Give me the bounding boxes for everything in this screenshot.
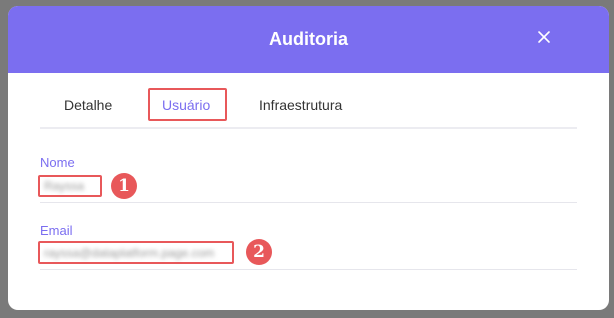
name-value: Rayssa	[44, 179, 85, 193]
email-value: rayssa@dataplatform.page.com	[44, 245, 215, 260]
tab-bar: Detalhe Usuário Infraestrutura	[40, 73, 577, 129]
name-divider	[40, 202, 577, 203]
modal-header: Auditoria	[8, 6, 609, 73]
tabs-divider	[40, 127, 577, 129]
tab-infraestrutura[interactable]: Infraestrutura	[259, 97, 342, 113]
name-label: Nome	[40, 155, 75, 170]
modal-title: Auditoria	[269, 29, 348, 49]
annotation-badge-1: 1	[111, 173, 137, 199]
audit-modal: Auditoria Detalhe Usuário Infraestrutura…	[8, 6, 609, 310]
close-icon[interactable]	[534, 27, 554, 47]
annotation-badge-2: 2	[246, 239, 272, 265]
annotation-highlight-email: rayssa@dataplatform.page.com	[38, 241, 234, 264]
tab-detalhe[interactable]: Detalhe	[64, 97, 112, 113]
annotation-highlight-name: Rayssa	[38, 175, 102, 197]
tab-usuario[interactable]: Usuário	[162, 97, 210, 113]
email-divider	[40, 269, 577, 270]
email-label: Email	[40, 223, 73, 238]
